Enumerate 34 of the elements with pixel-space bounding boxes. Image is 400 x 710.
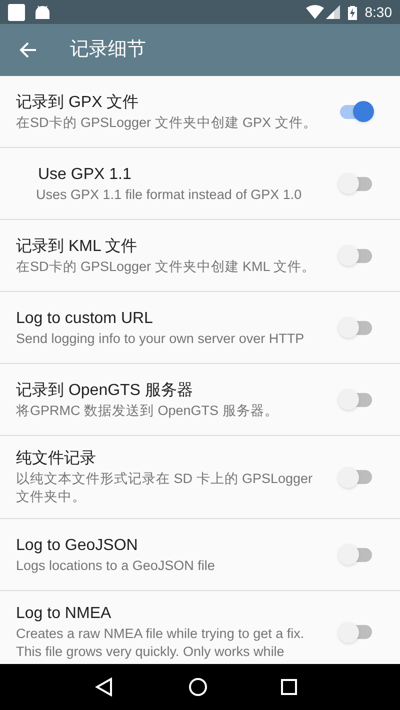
setting-title: Log to custom URL bbox=[16, 308, 154, 328]
setting-title: 纯文件记录 bbox=[16, 448, 97, 469]
setting-summary: 将GPRMC 数据发送到 OpenGTS 服务器。 bbox=[16, 402, 280, 420]
setting-title: Log to GeoJSON bbox=[16, 536, 139, 556]
setting-summary: 在SD卡的 GPSLogger 文件夹中创建 GPX 文件。 bbox=[16, 114, 318, 132]
setting-title: 记录到 GPX 文件 bbox=[16, 92, 140, 112]
setting-summary: Creates a raw NMEA file while trying to get a fix. This file grows very quickly. Only works while bbox=[16, 625, 306, 661]
toggle-switch[interactable] bbox=[338, 388, 374, 410]
setting-title: 记录到 OpenGTS 服务器 bbox=[16, 380, 194, 400]
circle-icon bbox=[188, 677, 208, 697]
square-icon bbox=[281, 679, 298, 695]
android-icon bbox=[35, 5, 50, 19]
toggle-switch[interactable] bbox=[338, 621, 374, 643]
toggle-switch[interactable] bbox=[338, 172, 374, 194]
back-arrow-icon bbox=[19, 41, 37, 59]
notification-square-icon bbox=[8, 4, 25, 20]
setting-title: Log to NMEA bbox=[16, 604, 112, 624]
setting-title: 记录到 KML 文件 bbox=[16, 236, 138, 256]
setting-summary: Uses GPX 1.1 file format instead of GPX 1.0 bbox=[36, 186, 303, 204]
triangle-icon bbox=[94, 677, 113, 697]
setting-summary: 在SD卡的 GPSLogger 文件夹中创建 KML 文件。 bbox=[16, 258, 317, 276]
toggle-switch[interactable] bbox=[338, 316, 374, 338]
toggle-switch[interactable] bbox=[338, 100, 374, 122]
toggle-switch[interactable] bbox=[338, 544, 374, 566]
setting-summary: 以纯文本文件形式记录在 SD 卡上的 GPSLogger 文件夹中。 bbox=[16, 470, 314, 506]
toggle-switch[interactable] bbox=[338, 244, 374, 266]
signal-icon bbox=[326, 5, 340, 19]
toolbar-title: 记录细节 bbox=[70, 38, 146, 62]
setting-summary: Logs locations to a GeoJSON file bbox=[16, 556, 216, 574]
setting-summary: Send logging info to your own server over HTTP bbox=[16, 330, 306, 348]
setting-title: Use GPX 1.1 bbox=[38, 164, 132, 184]
toggle-switch[interactable] bbox=[338, 466, 374, 488]
status-time: 8:30 bbox=[364, 2, 392, 22]
battery-charging-icon bbox=[348, 4, 357, 20]
